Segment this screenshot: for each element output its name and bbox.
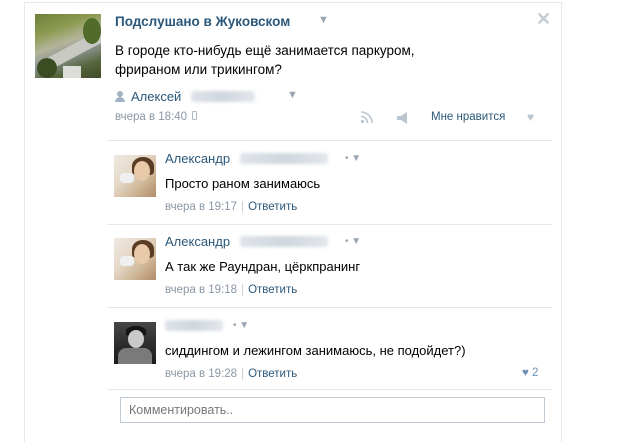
avatar[interactable]: [114, 238, 156, 280]
group-menu-caret-icon[interactable]: ▼: [318, 14, 329, 26]
divider: [107, 389, 552, 390]
divider: [107, 140, 552, 141]
blurred-name: [165, 320, 223, 331]
like-button[interactable]: Мне нравится: [431, 111, 505, 123]
like-count: 2: [532, 367, 539, 379]
comment-time[interactable]: вчера в 19:28: [165, 368, 237, 380]
heart-icon: ♥: [522, 367, 529, 379]
comment-author-name[interactable]: Александр: [165, 234, 230, 249]
divider: [107, 307, 552, 308]
comment-like-button[interactable]: ♥ 2: [522, 367, 538, 379]
signer-name[interactable]: Алексей: [131, 89, 181, 104]
person-icon: [115, 91, 125, 102]
avatar[interactable]: [114, 155, 156, 197]
close-icon[interactable]: ✕: [536, 9, 551, 30]
comment-meta: вчера в 19:17 | Ответить: [165, 201, 298, 213]
blurred-surname: [239, 153, 328, 164]
heart-icon[interactable]: ♥: [527, 110, 534, 124]
comment-author-name[interactable]: Александр: [165, 151, 230, 166]
comment-menu-caret-icon[interactable]: • ▼: [233, 320, 249, 331]
group-name-link[interactable]: Подслушано в Жуковском: [115, 14, 290, 29]
comment-time[interactable]: вчера в 19:18: [165, 284, 237, 296]
comment-menu-caret-icon[interactable]: • ▼: [345, 153, 361, 164]
post-text-line: фрираном или трикингом?: [115, 62, 282, 77]
comment-text: А так же Раундран, цёркпранинг: [165, 259, 361, 274]
reply-link[interactable]: Ответить: [248, 368, 297, 380]
reply-link[interactable]: Ответить: [248, 201, 297, 213]
post-time[interactable]: вчера в 18:40: [115, 111, 187, 123]
post-text-line: В городе кто-нибудь ещё занимается парку…: [115, 43, 415, 58]
comment-input[interactable]: Комментировать..: [120, 397, 545, 423]
reply-link[interactable]: Ответить: [248, 284, 297, 296]
group-avatar[interactable]: [35, 14, 101, 78]
comment-text: сиддингом и лежингом занимаюсь, не подой…: [165, 343, 466, 358]
signer-caret-icon[interactable]: ▼: [287, 89, 298, 101]
comment-author[interactable]: Александр: [165, 234, 328, 249]
comment-input-placeholder: Комментировать..: [129, 403, 234, 417]
divider: [107, 224, 552, 225]
blurred-surname: [239, 236, 328, 247]
post-signer[interactable]: Алексей: [115, 89, 255, 104]
share-icon[interactable]: [396, 112, 412, 124]
avatar[interactable]: [114, 322, 156, 364]
comment-author[interactable]: [165, 318, 223, 333]
comment-meta: вчера в 19:18 | Ответить: [165, 284, 298, 296]
blurred-surname: [190, 91, 255, 102]
comment-author[interactable]: Александр: [165, 151, 328, 166]
mobile-icon: [192, 111, 198, 120]
post-meta: вчера в 18:40: [115, 111, 198, 123]
comment-menu-caret-icon[interactable]: • ▼: [345, 236, 361, 247]
comment-meta: вчера в 19:28 | Ответить: [165, 368, 298, 380]
rss-icon[interactable]: [360, 110, 374, 124]
post-text: В городе кто-нибудь ещё занимается парку…: [115, 41, 515, 79]
comment-text: Просто раном занимаюсь: [165, 176, 321, 191]
comment-time[interactable]: вчера в 19:17: [165, 201, 237, 213]
